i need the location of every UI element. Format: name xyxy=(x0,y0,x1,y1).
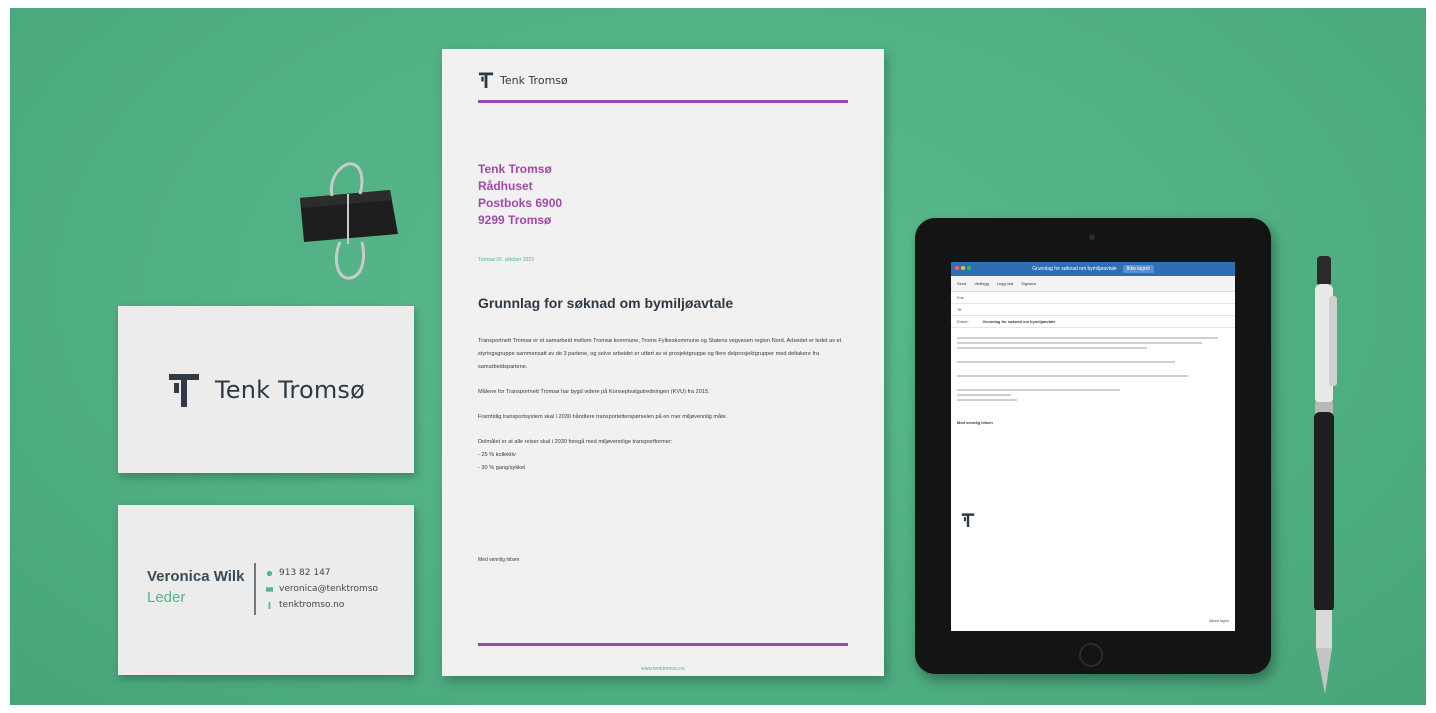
letter-top-rule xyxy=(478,100,848,103)
letter-body: Transportnett Tromsø er et samarbeid mel… xyxy=(478,335,848,475)
close-icon[interactable] xyxy=(955,266,959,270)
letter-paragraph: Framtidig transportsystem skal i 2030 hå… xyxy=(478,414,728,420)
to-field[interactable]: Til: xyxy=(951,304,1235,316)
send-button[interactable]: Send xyxy=(957,281,966,286)
letter-paragraph: Delmålet er at alle reiser skal i 2030 f… xyxy=(478,439,673,445)
letter-header-logo: Tenk Tromsø xyxy=(478,71,568,89)
subject-field[interactable]: Emne: Grunnlag for søknad om bymiljøavta… xyxy=(951,316,1235,328)
maximize-icon[interactable] xyxy=(967,266,971,270)
card-brand-name: Tenk Tromsø xyxy=(214,375,365,404)
card-email-row: veronica@tenktromso xyxy=(266,581,378,597)
mail-icon xyxy=(266,586,273,592)
card-web-row: tenktromso.no xyxy=(266,597,378,613)
letter-subject: Grunnlag for søknad om bymiljøavtale xyxy=(478,295,734,311)
card-phone: 913 82 147 xyxy=(279,568,331,578)
card-web: tenktromso.no xyxy=(279,600,345,610)
email-status: Utkast lagret xyxy=(1208,619,1229,623)
signature-button[interactable]: Signatur xyxy=(1021,281,1036,286)
address-line: Postboks 6900 xyxy=(478,196,563,210)
letter-header-brand: Tenk Tromsø xyxy=(500,73,568,87)
card-contacts: 913 82 147 veronica@tenktromso tenktroms… xyxy=(266,565,378,613)
from-label: Fra: xyxy=(957,295,965,300)
letter-footer: www.tenktromso.no xyxy=(641,666,685,672)
card-person-role: Leder xyxy=(147,589,186,606)
letter-signoff: Med vennlig hilsen xyxy=(478,557,520,563)
web-icon xyxy=(268,601,271,609)
tenk-logo-icon xyxy=(478,72,494,88)
card-divider xyxy=(254,563,256,615)
letterhead-page: Tenk Tromsø Tenk Tromsø Rådhuset Postbok… xyxy=(442,49,884,676)
letter-bottom-rule xyxy=(478,643,848,646)
card-person-name: Veronica Wilk xyxy=(147,568,245,585)
tenk-logo-icon xyxy=(168,373,199,407)
window-controls[interactable] xyxy=(955,266,971,270)
email-signoff: Med vennlig hilsen xyxy=(957,420,993,425)
email-toolbar: Send Vedlegg Legg ved Signatur xyxy=(951,276,1235,292)
tenk-logo-icon xyxy=(961,513,975,527)
home-button[interactable] xyxy=(1079,643,1103,667)
business-card-front: Tenk Tromsø xyxy=(118,306,414,473)
attach-button[interactable]: Legg ved xyxy=(997,281,1013,286)
address-line: Rådhuset xyxy=(478,179,533,193)
from-field[interactable]: Fra: xyxy=(951,292,1235,304)
phone-icon xyxy=(266,570,273,576)
mockup-scene: Tenk Tromsø Veronica Wilk Leder 913 82 1… xyxy=(10,8,1426,705)
subject-value: Grunnlag for søknad om bymiljøavtale xyxy=(982,319,1056,324)
letter-address: Tenk Tromsø Rådhuset Postboks 6900 9299 … xyxy=(478,161,562,229)
to-label: Til: xyxy=(957,307,963,312)
email-window-tag: Ikke lagret xyxy=(1122,265,1154,273)
letter-bullet: - 25 % kollektiv xyxy=(478,452,516,458)
tablet-device: Grunnlag for søknad om bymiljøavtale Ikk… xyxy=(915,218,1271,674)
letter-date: Tromsø 05. oktober 2023 xyxy=(478,257,534,263)
attachment-button[interactable]: Vedlegg xyxy=(974,281,988,286)
card-phone-row: 913 82 147 xyxy=(266,565,378,581)
minimize-icon[interactable] xyxy=(961,266,965,270)
tablet-screen: Grunnlag for søknad om bymiljøavtale Ikk… xyxy=(951,262,1235,631)
pen-icon xyxy=(1314,256,1337,694)
email-titlebar: Grunnlag for søknad om bymiljøavtale Ikk… xyxy=(951,262,1235,276)
letter-paragraph: Målene for Transportnett Tromsø har bygd… xyxy=(478,389,710,395)
business-card-back: Veronica Wilk Leder 913 82 147 veronica@… xyxy=(118,505,414,675)
email-window-title: Grunnlag for søknad om bymiljøavtale xyxy=(1032,266,1117,272)
camera-icon xyxy=(1089,234,1095,240)
subject-label: Emne: xyxy=(957,319,969,324)
card-email: veronica@tenktromso xyxy=(279,584,379,594)
email-body[interactable] xyxy=(951,328,1235,410)
address-line: Tenk Tromsø xyxy=(478,162,552,176)
letter-bullet: - 30 % gang/sykkel xyxy=(478,465,526,471)
binder-clip-icon xyxy=(300,162,398,280)
letter-paragraph: Transportnett Tromsø er et samarbeid mel… xyxy=(478,338,842,370)
address-line: 9299 Tromsø xyxy=(478,213,552,227)
